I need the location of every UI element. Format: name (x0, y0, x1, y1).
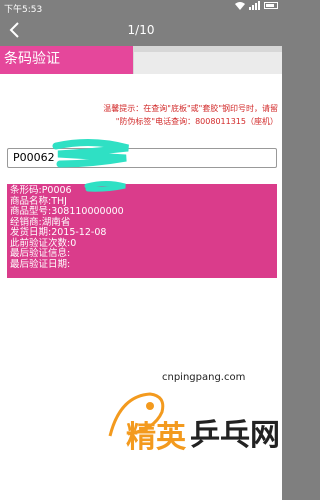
result-last-verify-info: 最后验证信息: (10, 248, 71, 259)
tab-secondary[interactable] (134, 52, 282, 74)
wifi-icon (235, 1, 245, 10)
notice-line-2: "防伪标签"电话查询：8008011315（座机） (115, 117, 278, 126)
result-ship-date: 发货日期:2015-12-08 (10, 227, 107, 238)
signal-icon (249, 1, 260, 10)
result-product-model: 商品型号:308110000000 (10, 206, 124, 217)
watermark-logo-left: 精英 (126, 420, 186, 455)
screenshot-image: 条码验证 温馨提示：在查询"底板"或"套胶"钢印号时，请留 "防伪标签"电话查询… (0, 46, 282, 500)
page-counter: 1/10 (127, 23, 155, 37)
result-barcode: 条形码:P0006 (10, 185, 72, 196)
verify-result-panel: 条形码:P0006 商品名称:THJ 商品型号:308110000000 经销商… (7, 184, 277, 278)
result-last-verify-date: 最后验证日期: (10, 258, 71, 270)
status-icons (235, 1, 278, 10)
notice-text: 温馨提示：在查询"底板"或"套胶"钢印号时，请留 "防伪标签"电话查询：8008… (103, 102, 278, 128)
tab-bar: 条码验证 (0, 46, 282, 74)
watermark-url: cnpingpang.com (162, 372, 246, 383)
notice-line-1: 温馨提示：在查询"底板"或"套胶"钢印号时，请留 (103, 104, 278, 113)
watermark-logo-right: 乒乓网 (190, 418, 280, 453)
battery-icon (264, 2, 278, 9)
barcode-input[interactable]: P00062 (7, 148, 277, 168)
viewer-header: 1/10 (0, 14, 282, 46)
redaction-scribble-2 (84, 181, 126, 192)
tab-barcode-verify[interactable]: 条码验证 (0, 46, 133, 74)
redaction-scribble (52, 138, 129, 168)
watermark: cnpingpang.com 精英 乒乓网 (92, 366, 282, 500)
status-bar: 下午5:53 (0, 0, 282, 15)
